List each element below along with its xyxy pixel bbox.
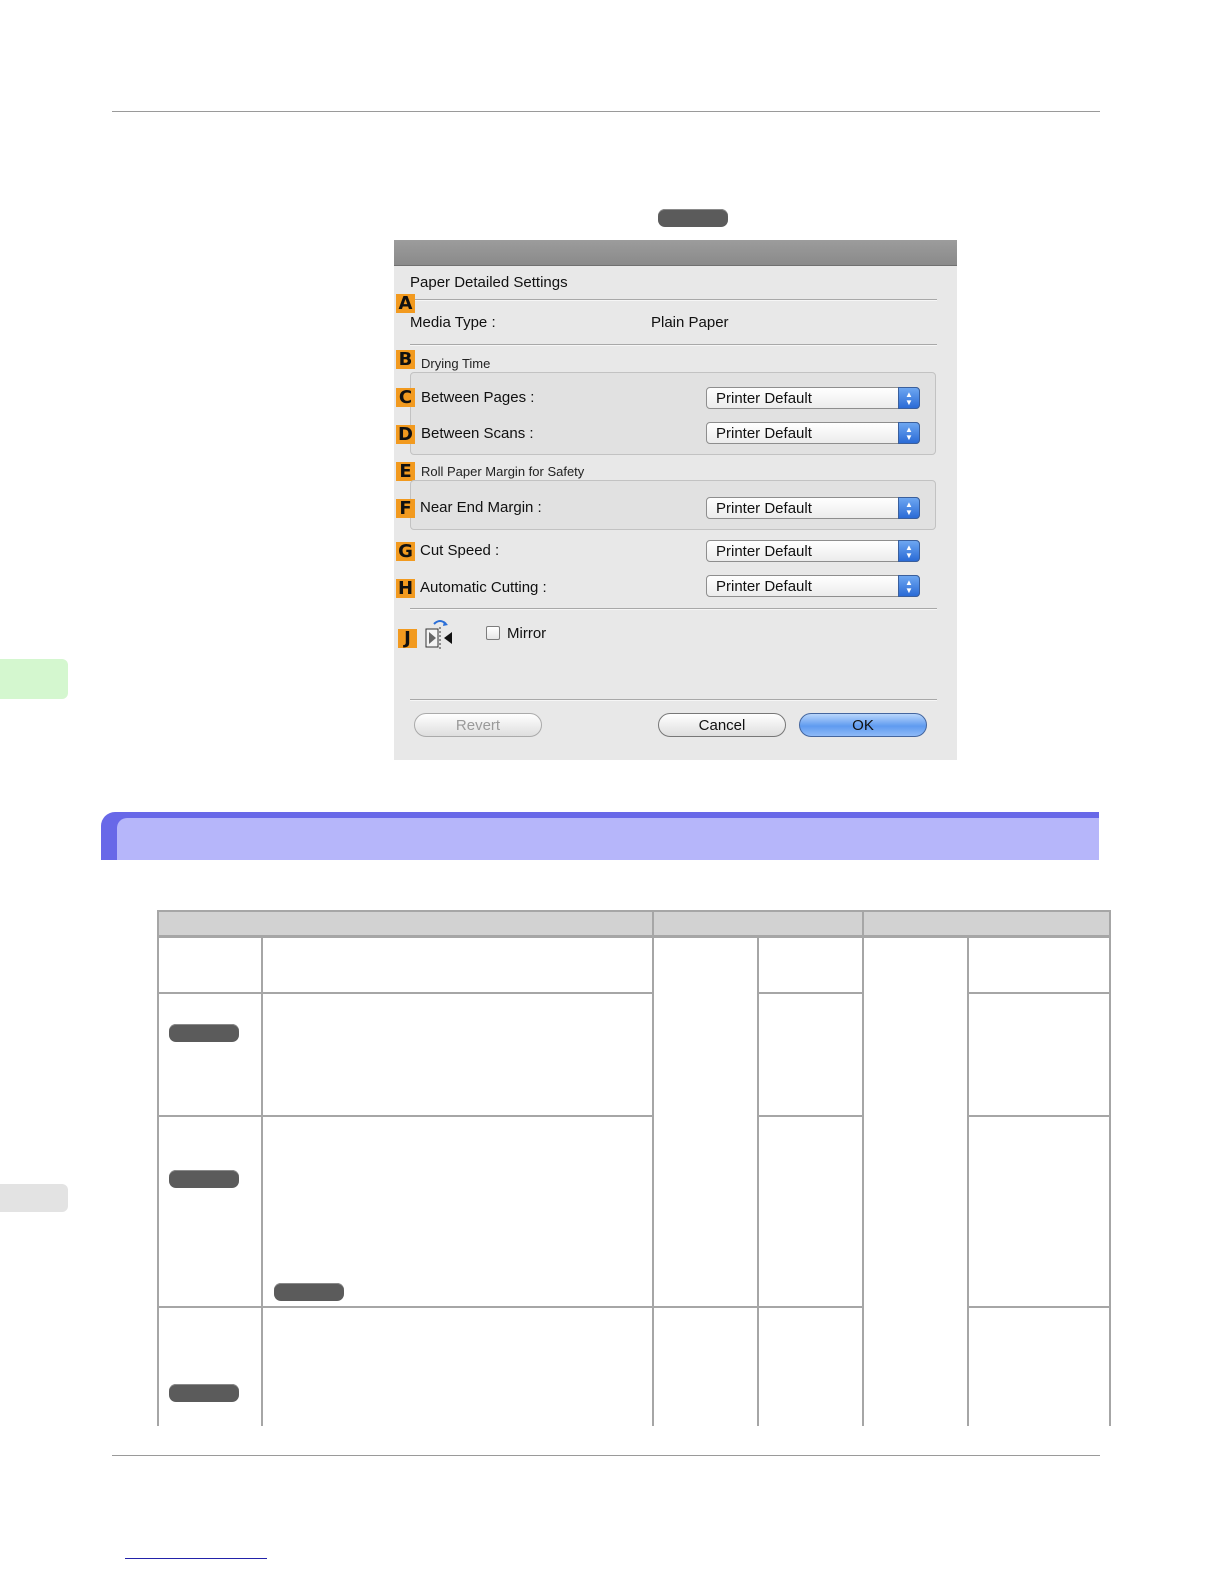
os-version-pill xyxy=(658,209,728,227)
dialog-title: Paper Detailed Settings xyxy=(410,274,568,291)
table-col-divider xyxy=(652,910,654,1426)
paper-detailed-settings-dialog: Paper Detailed Settings A Media Type : P… xyxy=(394,240,957,760)
section-header-inner xyxy=(117,818,1099,860)
between-pages-label: Between Pages : xyxy=(421,389,535,406)
cut-speed-select[interactable]: Printer Default ▲ ▼ xyxy=(706,540,920,562)
table-top-line xyxy=(157,910,1111,912)
table-col-divider xyxy=(967,936,969,1426)
drying-time-group-label: Drying Time xyxy=(421,356,491,371)
chapter-side-tab[interactable] xyxy=(0,659,68,699)
media-type-value: Plain Paper xyxy=(651,314,729,331)
roll-margin-group-label: Roll Paper Margin for Safety xyxy=(421,464,585,479)
between-pages-value: Printer Default xyxy=(716,390,812,407)
table-row-line xyxy=(967,1115,1111,1117)
between-scans-value: Printer Default xyxy=(716,425,812,442)
between-scans-select[interactable]: Printer Default ▲ ▼ xyxy=(706,422,920,444)
mirror-label[interactable]: Mirror xyxy=(507,625,546,642)
between-pages-select[interactable]: Printer Default ▲ ▼ xyxy=(706,387,920,409)
automatic-cutting-value: Printer Default xyxy=(716,578,812,595)
table-row-line xyxy=(757,992,864,994)
cancel-button[interactable]: Cancel xyxy=(658,713,786,737)
buttons-divider xyxy=(410,699,937,701)
popup-arrows-icon: ▲ ▼ xyxy=(898,387,920,409)
table-header-row xyxy=(157,910,1111,936)
badge-c: C xyxy=(396,388,415,407)
os-version-pill xyxy=(169,1024,239,1042)
section-side-tab[interactable] xyxy=(0,1184,68,1212)
badge-e: E xyxy=(396,462,415,481)
os-version-pill xyxy=(169,1170,239,1188)
table-border-right xyxy=(1109,910,1111,1426)
table-col-divider xyxy=(261,936,263,1426)
badge-d: D xyxy=(396,425,415,444)
ok-button[interactable]: OK xyxy=(799,713,927,737)
badge-f: F xyxy=(396,499,415,518)
badge-a: A xyxy=(396,294,415,313)
header-rule xyxy=(112,111,1100,112)
popup-arrows-icon: ▲ ▼ xyxy=(898,540,920,562)
dialog-titlebar xyxy=(394,240,957,266)
badge-h: H xyxy=(396,578,415,599)
table-row-line xyxy=(967,992,1111,994)
near-end-margin-label: Near End Margin : xyxy=(420,499,542,516)
between-scans-label: Between Scans : xyxy=(421,425,534,442)
near-end-margin-value: Printer Default xyxy=(716,500,812,517)
table-row-line xyxy=(157,1115,654,1117)
os-version-pill xyxy=(274,1283,344,1301)
footer-link-underline[interactable] xyxy=(125,1558,267,1559)
table-row-line xyxy=(157,992,654,994)
automatic-cutting-select[interactable]: Printer Default ▲ ▼ xyxy=(706,575,920,597)
table-row-line xyxy=(757,1115,864,1117)
popup-arrows-icon: ▲ ▼ xyxy=(898,422,920,444)
section-header-bar xyxy=(101,812,1099,860)
popup-arrows-icon: ▲ ▼ xyxy=(898,575,920,597)
table-col-divider xyxy=(757,936,759,1426)
title-divider xyxy=(410,299,937,301)
options-divider xyxy=(410,608,937,610)
footer-rule xyxy=(112,1455,1100,1456)
mirror-checkbox[interactable] xyxy=(486,626,500,640)
media-divider xyxy=(410,344,937,346)
media-type-label: Media Type : xyxy=(410,314,496,331)
table-border-left xyxy=(157,910,159,1426)
badge-j: J xyxy=(398,629,417,648)
popup-arrows-icon: ▲ ▼ xyxy=(898,497,920,519)
os-version-pill xyxy=(169,1384,239,1402)
automatic-cutting-label: Automatic Cutting : xyxy=(420,579,547,596)
badge-b: B xyxy=(396,350,415,369)
revert-button[interactable]: Revert xyxy=(414,713,542,737)
near-end-margin-select[interactable]: Printer Default ▲ ▼ xyxy=(706,497,920,519)
cut-speed-label: Cut Speed : xyxy=(420,542,500,559)
mirror-icon xyxy=(425,620,452,649)
table-row-line xyxy=(157,1306,864,1308)
table-col-divider xyxy=(862,910,864,1426)
badge-g: G xyxy=(396,542,415,561)
cut-speed-value: Printer Default xyxy=(716,543,812,560)
table-row-line xyxy=(967,1306,1111,1308)
